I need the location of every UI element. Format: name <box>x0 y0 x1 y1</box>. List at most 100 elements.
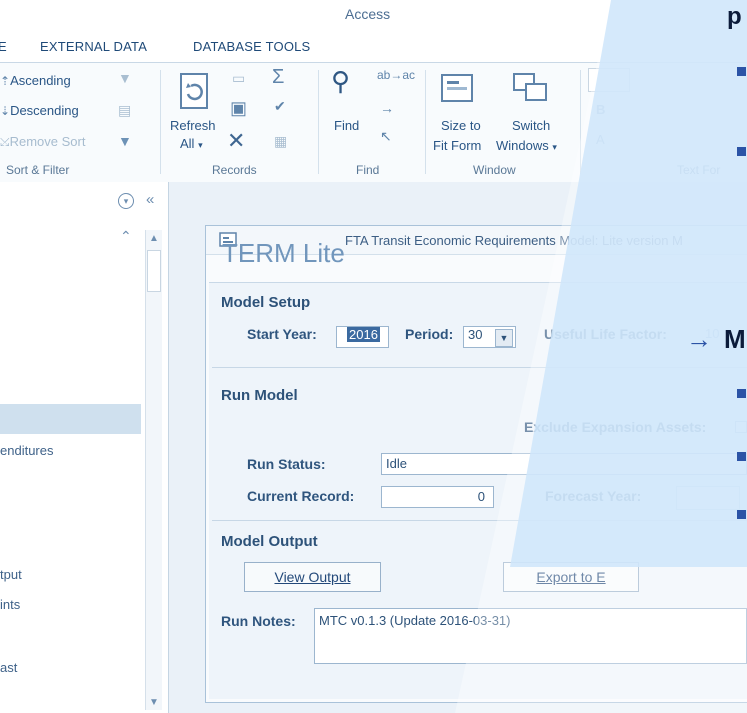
period-value: 30 <box>468 327 483 342</box>
export-label: Export to E <box>536 569 606 585</box>
chevron-down-icon: ▾ <box>198 140 203 150</box>
windows-label: Windows <box>496 138 549 153</box>
scroll-down-icon[interactable]: ▼ <box>149 697 159 708</box>
run-model-heading: Run Model <box>221 387 298 404</box>
run-notes-value: MTC v0.1.3 (Update 2016-03-31) <box>319 613 511 628</box>
start-year-value: 2016 <box>347 327 380 342</box>
nav-item[interactable]: ints <box>0 597 20 612</box>
tab-external-data[interactable]: EXTERNAL DATA <box>40 39 147 54</box>
divider <box>212 367 747 368</box>
tab-e[interactable]: E <box>0 39 7 54</box>
windows-dropdown[interactable]: Windows ▾ <box>496 138 557 153</box>
model-setup-heading: Model Setup <box>221 294 311 311</box>
records-group-label: Records <box>212 163 257 177</box>
nav-selected-item[interactable] <box>0 404 141 434</box>
overlay-heading-top: p <box>727 3 742 30</box>
save-icon[interactable]: ▣ <box>230 98 247 119</box>
start-year-label: Start Year: <box>247 326 317 342</box>
ribbon-separator <box>425 70 426 174</box>
more-icon[interactable]: ▦ <box>274 133 287 150</box>
collapse-pane-icon[interactable]: « <box>146 191 154 208</box>
refresh-all-sub[interactable]: All ▾ <box>180 136 203 151</box>
remove-sort-icon: ⤩ <box>0 135 10 149</box>
descending-label: Descending <box>10 103 79 118</box>
text-formatting-group-label: Text For <box>677 163 721 177</box>
totals-icon[interactable]: Σ <box>272 66 284 89</box>
refresh-all-button[interactable]: Refresh <box>170 118 216 133</box>
sort-descending-icon: ⇣ <box>0 104 11 118</box>
overlay-bullet <box>737 510 746 519</box>
fit-form-label[interactable]: Fit Form <box>433 138 481 153</box>
view-output-label: View Output <box>274 569 351 585</box>
current-record-field: 0 <box>381 486 494 508</box>
font-name-box[interactable] <box>588 68 630 92</box>
divider <box>212 520 747 521</box>
form-header-title: TERM Lite <box>222 238 345 268</box>
overlay-bullet <box>737 389 746 398</box>
font-color-button[interactable]: A <box>596 132 605 147</box>
current-record-label: Current Record: <box>247 488 355 504</box>
overlay-bullet <box>737 452 746 461</box>
goto-icon[interactable]: → <box>380 100 394 116</box>
size-to-fit-icon <box>441 74 473 102</box>
switch-windows-icon <box>513 73 547 101</box>
scroll-up-icon[interactable]: ▲ <box>149 233 159 244</box>
refresh-icon <box>180 73 208 109</box>
nav-item[interactable]: ast <box>0 660 17 675</box>
chevron-down-icon: ▾ <box>552 142 557 152</box>
window-group-label: Window <box>473 163 516 177</box>
ribbon-separator <box>318 70 319 174</box>
descending-button[interactable]: ⇣Descending <box>0 103 79 118</box>
run-notes-textarea[interactable]: MTC v0.1.3 (Update 2016-03-31) <box>314 608 747 664</box>
overlay-heading-mid: M <box>724 324 746 354</box>
size-to-label: Size to <box>441 118 481 133</box>
nav-item[interactable]: tput <box>0 567 22 582</box>
useful-life-label: Useful Life Factor: <box>544 326 667 342</box>
ascending-label: Ascending <box>10 73 71 88</box>
select-icon[interactable]: ↖ <box>380 128 392 145</box>
forecast-year-field <box>676 486 740 510</box>
ribbon-separator <box>160 70 161 174</box>
period-select[interactable]: 30 ▼ <box>463 326 516 348</box>
replace-icon[interactable]: ab→ac <box>377 68 415 82</box>
refresh-all-text: All <box>180 136 195 151</box>
nav-scrollbar-thumb[interactable] <box>147 250 161 292</box>
toggle-filter-icon[interactable]: ▼ <box>118 133 132 149</box>
size-to-fit-button[interactable]: Size to <box>441 118 481 133</box>
bold-button[interactable]: B <box>596 102 605 117</box>
new-record-icon[interactable]: ▭ <box>232 70 245 87</box>
model-output-heading: Model Output <box>221 533 318 550</box>
filter-icon[interactable]: ▼ <box>118 70 132 86</box>
exclude-expansion-label: Exclude Expansion Assets: <box>524 419 707 435</box>
ascending-button[interactable]: ⇡Ascending <box>0 73 71 88</box>
ribbon: Access E EXTERNAL DATA DATABASE TOOLS ⇡A… <box>0 0 747 184</box>
sort-ascending-icon: ⇡ <box>0 74 11 88</box>
overlay-bullet <box>737 147 746 156</box>
exclude-expansion-checkbox[interactable] <box>735 421 747 433</box>
find-button[interactable]: Find <box>334 118 359 133</box>
selection-icon[interactable]: ▤ <box>118 102 131 119</box>
form-window-title: FTA Transit Economic Requirements Model:… <box>345 233 683 248</box>
collapse-group-icon[interactable]: ⌃ <box>120 228 132 245</box>
nav-menu-icon[interactable]: ▾ <box>118 193 134 209</box>
sort-filter-group-label: Sort & Filter <box>6 163 70 177</box>
switch-button[interactable]: Switch <box>512 118 550 133</box>
nav-scrollbar[interactable] <box>145 230 162 710</box>
run-status-label: Run Status: <box>247 456 326 472</box>
period-label: Period: <box>405 326 454 342</box>
tab-database-tools[interactable]: DATABASE TOOLS <box>193 39 310 54</box>
chevron-down-icon[interactable]: ▼ <box>495 329 513 347</box>
nav-item[interactable]: enditures <box>0 443 53 458</box>
remove-sort-button[interactable]: ⤩Remove Sort <box>0 133 85 151</box>
start-year-input[interactable]: 2016 <box>336 326 389 348</box>
spelling-icon[interactable]: ✔ <box>274 98 286 115</box>
view-output-button[interactable]: View Output <box>244 562 381 592</box>
app-title: Access <box>345 6 391 22</box>
delete-icon[interactable]: ✕ <box>227 128 245 154</box>
find-group-label: Find <box>356 163 380 177</box>
export-button[interactable]: Export to E <box>503 562 639 592</box>
run-status-field: Idle <box>381 453 747 475</box>
remove-sort-label: Remove Sort <box>9 134 86 149</box>
current-record-value: 0 <box>477 489 485 504</box>
overlay-bullet <box>737 67 746 76</box>
